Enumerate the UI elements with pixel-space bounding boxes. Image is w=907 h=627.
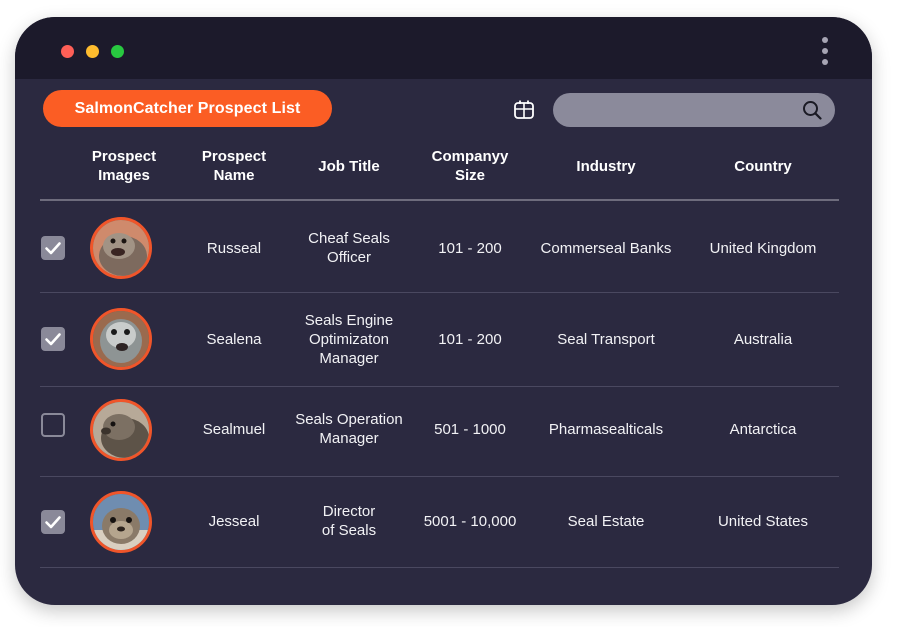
company-size: 101 - 200 <box>438 330 502 348</box>
column-header-images: Prospect Images <box>91 148 157 184</box>
column-header-country: Country <box>734 157 792 175</box>
close-window-button[interactable] <box>61 45 74 58</box>
row-checkbox[interactable] <box>41 510 65 534</box>
app-window: SalmonCatcher Prospect List Prospect Ima… <box>15 17 872 605</box>
industry: Commerseal Banks <box>540 239 672 257</box>
page-title: SalmonCatcher Prospect List <box>43 90 332 127</box>
job-title: Seals Engine Optimizaton Manager <box>304 311 394 367</box>
seal-photo <box>93 402 149 458</box>
industry: Pharmasealticals <box>548 420 664 438</box>
avatar <box>90 308 152 370</box>
prospect-name: Sealmuel <box>202 420 266 438</box>
checkmark-icon <box>45 333 61 346</box>
avatar <box>90 399 152 461</box>
company-size: 501 - 1000 <box>434 420 506 438</box>
industry: Seal Estate <box>567 512 645 530</box>
avatar <box>90 491 152 553</box>
row-checkbox[interactable] <box>41 236 65 260</box>
job-title: Seals Operation Manager <box>295 411 403 447</box>
prospect-name: Russeal <box>206 239 262 257</box>
country: United States <box>717 512 809 530</box>
maximize-window-button[interactable] <box>111 45 124 58</box>
row-checkbox[interactable] <box>41 413 65 437</box>
seal-photo <box>93 220 149 276</box>
search-icon[interactable] <box>802 100 822 120</box>
country: Australia <box>733 330 793 348</box>
seal-photo <box>93 494 149 550</box>
search-input[interactable] <box>553 93 835 127</box>
header-divider <box>40 199 839 201</box>
minimize-window-button[interactable] <box>86 45 99 58</box>
column-header-company-size: Companyy Size <box>431 148 509 184</box>
job-title: Cheaf Seals Officer <box>308 230 390 266</box>
column-header-name: Prospect Name <box>201 148 267 184</box>
company-size: 101 - 200 <box>438 239 502 257</box>
checkmark-icon <box>45 242 61 255</box>
column-header-industry: Industry <box>576 157 636 175</box>
country: United Kingdom <box>709 239 817 257</box>
prospect-name: Jesseal <box>208 512 260 530</box>
row-divider <box>40 386 839 387</box>
row-divider <box>40 292 839 293</box>
seal-photo <box>93 311 149 367</box>
title-bar <box>15 17 872 79</box>
industry: Seal Transport <box>557 330 655 348</box>
job-title: Director of Seals <box>321 503 377 539</box>
prospect-name: Sealena <box>206 330 262 348</box>
column-header-job-title: Job Title <box>318 157 380 175</box>
kebab-menu-icon[interactable] <box>821 37 829 65</box>
checkmark-icon <box>45 516 61 529</box>
row-checkbox[interactable] <box>41 327 65 351</box>
row-divider <box>40 567 839 568</box>
row-divider <box>40 476 839 477</box>
company-size: 5001 - 10,000 <box>423 512 517 530</box>
calendar-icon[interactable] <box>513 100 535 120</box>
avatar <box>90 217 152 279</box>
country: Antarctica <box>729 420 797 438</box>
